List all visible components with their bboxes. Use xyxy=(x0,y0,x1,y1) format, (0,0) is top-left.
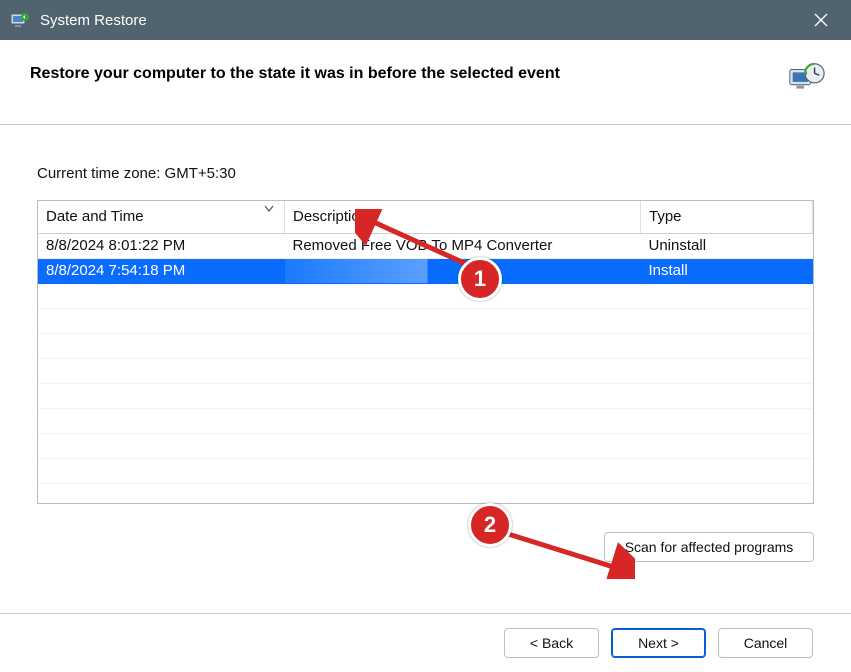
table-row-empty: . xyxy=(38,384,813,409)
col-header-date-label: Date and Time xyxy=(46,208,144,225)
titlebar: System Restore xyxy=(0,0,851,40)
cell-date: 8/8/2024 7:54:18 PM xyxy=(38,259,285,284)
table-row[interactable]: 8/8/2024 7:54:18 PM Install xyxy=(38,259,813,284)
cell-type: Install xyxy=(641,259,813,284)
scan-row: Scan for affected programs xyxy=(37,532,814,562)
system-restore-window: System Restore Restore your computer to … xyxy=(0,0,851,672)
table-row-empty: . xyxy=(38,334,813,359)
table-row-empty: . xyxy=(38,434,813,459)
close-button[interactable] xyxy=(801,0,841,40)
scan-affected-programs-button[interactable]: Scan for affected programs xyxy=(604,532,814,562)
table-row-empty: . xyxy=(38,459,813,484)
col-header-type[interactable]: Type xyxy=(641,201,813,234)
restore-points-table: Date and Time Description Type xyxy=(38,201,813,504)
cancel-button[interactable]: Cancel xyxy=(718,628,813,658)
cell-date: 8/8/2024 8:01:22 PM xyxy=(38,234,285,259)
window-title: System Restore xyxy=(40,12,801,29)
content-area: Current time zone: GMT+5:30 Date and Tim… xyxy=(0,125,851,613)
cell-description: Removed Free VOB To MP4 Converter xyxy=(285,234,641,259)
annotation-badge-2: 2 xyxy=(468,503,512,547)
restore-clock-icon xyxy=(786,60,826,100)
table-row-empty: . xyxy=(38,284,813,309)
sort-caret-icon xyxy=(264,205,274,216)
col-header-description-label: Description xyxy=(293,208,368,225)
table-row[interactable]: 8/8/2024 8:01:22 PM Removed Free VOB To … xyxy=(38,234,813,259)
col-header-description[interactable]: Description xyxy=(285,201,641,234)
back-button[interactable]: < Back xyxy=(504,628,599,658)
table-row-empty: . xyxy=(38,484,813,505)
header: Restore your computer to the state it wa… xyxy=(0,40,851,125)
timezone-label: Current time zone: GMT+5:30 xyxy=(37,165,814,182)
restore-points-table-container: Date and Time Description Type xyxy=(37,200,814,504)
footer-buttons: < Back Next > Cancel xyxy=(0,613,851,672)
table-row-empty: . xyxy=(38,309,813,334)
col-header-date[interactable]: Date and Time xyxy=(38,201,285,234)
table-row-empty: . xyxy=(38,359,813,384)
close-icon xyxy=(814,13,828,27)
header-instruction: Restore your computer to the state it wa… xyxy=(30,60,786,85)
restore-points-tbody: 8/8/2024 8:01:22 PM Removed Free VOB To … xyxy=(38,234,813,505)
next-button[interactable]: Next > xyxy=(611,628,706,658)
cell-type: Uninstall xyxy=(641,234,813,259)
system-restore-icon xyxy=(10,11,30,29)
table-row-empty: . xyxy=(38,409,813,434)
annotation-badge-1: 1 xyxy=(458,257,502,301)
col-header-type-label: Type xyxy=(649,208,682,225)
